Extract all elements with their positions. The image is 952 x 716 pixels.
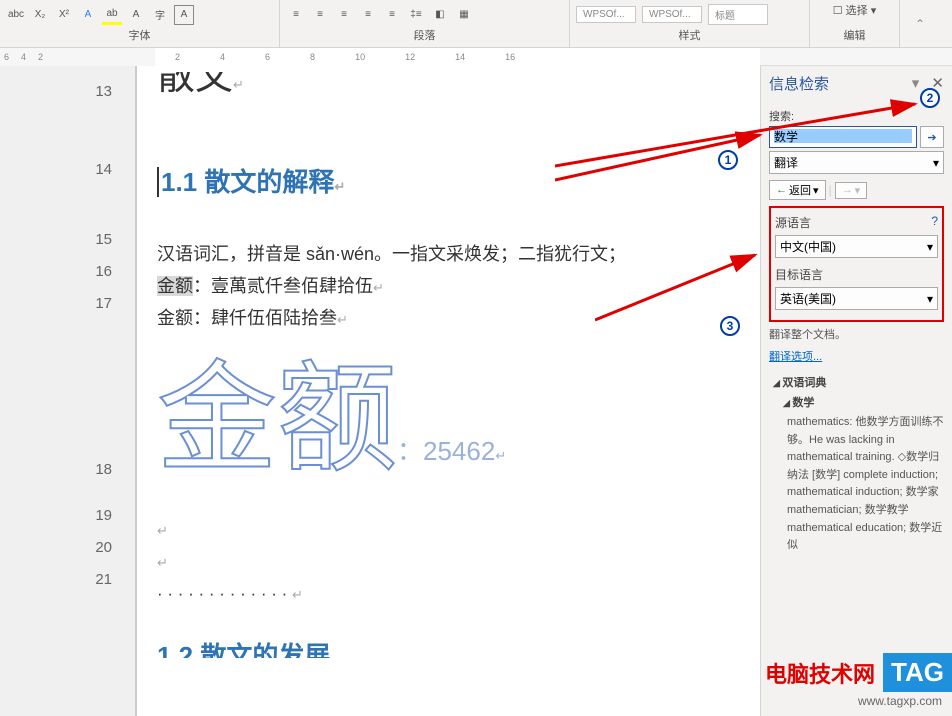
select-button[interactable]: ☐ 选择 ▾ xyxy=(833,2,877,18)
watermark-url: www.tagxp.com xyxy=(765,694,952,708)
pane-dropdown-icon[interactable]: ▾ xyxy=(912,75,920,92)
target-language-dropdown[interactable]: 英语(美国) ▾ xyxy=(775,287,938,310)
dict-term[interactable]: 数学 xyxy=(773,394,944,410)
styles-group-label: 样式 xyxy=(576,27,803,45)
align-right-icon[interactable]: ≡ xyxy=(334,5,354,25)
line-number: 21 xyxy=(0,564,112,596)
dict-header[interactable]: 双语词典 xyxy=(773,374,944,390)
distribute-icon[interactable]: ≡ xyxy=(382,5,402,25)
style-item-1[interactable]: WPSOf... xyxy=(576,6,636,23)
line-number: 20 xyxy=(0,532,112,564)
heading-fragment-line13: 散文↵ xyxy=(157,72,760,106)
line-number-gutter: 13 14 15 16 17 18 19 20 21 xyxy=(0,66,130,716)
line-number: 16 xyxy=(0,256,112,288)
service-dropdown[interactable]: 翻译 ▾ xyxy=(769,151,944,174)
font-color-icon[interactable]: A xyxy=(78,5,98,25)
back-arrow-icon: ← xyxy=(776,184,787,196)
chevron-down-icon: ▾ xyxy=(813,184,819,197)
line-number: 15 xyxy=(0,224,112,256)
annotation-marker-2: 2 xyxy=(920,88,940,108)
doc-line-19: ↵ xyxy=(157,514,760,546)
line-number: 17 xyxy=(0,288,112,330)
style-item-3[interactable]: 标题 xyxy=(708,4,768,25)
line-number: 14 xyxy=(0,154,112,224)
chevron-down-icon: ▾ xyxy=(855,184,861,197)
dict-result-text: mathematics: 他数学方面训练不够。He was lacking in… xyxy=(773,414,944,555)
style-item-2[interactable]: WPSOf... xyxy=(642,6,702,23)
chevron-down-icon: ▾ xyxy=(933,156,939,170)
chevron-down-icon: ▾ xyxy=(927,240,933,254)
search-input-wrapper xyxy=(769,126,917,148)
chevron-down-icon: ▾ xyxy=(927,292,933,306)
line-spacing-icon[interactable]: ‡≡ xyxy=(406,5,426,25)
edit-group-label: 编辑 xyxy=(816,27,893,45)
borders-icon[interactable]: ▦ xyxy=(454,5,474,25)
align-center-icon[interactable]: ≡ xyxy=(310,5,330,25)
subscript-icon[interactable]: X₂ xyxy=(30,5,50,25)
pane-title: 信息检索 xyxy=(769,73,829,94)
doc-line-15: 汉语词汇，拼音是 sǎn·wén。一指文采焕发；二指犹行文； xyxy=(157,238,760,270)
char-shading-icon[interactable]: A xyxy=(126,5,146,25)
watermark-text: 电脑技术网 xyxy=(765,657,875,689)
line-number: 13 xyxy=(0,76,112,100)
highlight-icon[interactable]: ab xyxy=(102,5,122,25)
ribbon-toolbar: abc X₂ X² A ab A 字 A 字体 ≡ ≡ ≡ ≡ ≡ ‡≡ ◧ ▦… xyxy=(0,0,952,48)
search-input[interactable] xyxy=(774,129,912,143)
heading-1-2-partial: 1.2 散文的发展 xyxy=(157,630,760,658)
doc-line-16: 金额：壹萬贰仟叁佰肆拾伍↵ xyxy=(157,270,760,302)
align-left-icon[interactable]: ≡ xyxy=(286,5,306,25)
line-number: 19 xyxy=(0,500,112,532)
doc-line-20: ↵ xyxy=(157,546,760,578)
doc-line-21: · · · · · · · · · · · · · ↵ xyxy=(157,578,760,610)
document-page[interactable]: 散文↵ 1.1 散文的解释↵ 汉语词汇，拼音是 sǎn·wén。一指文采焕发；二… xyxy=(135,66,760,716)
superscript-icon[interactable]: X² xyxy=(54,5,74,25)
annotation-marker-3: 3 xyxy=(720,316,740,336)
annotation-highlight-box: 源语言 ? 中文(中国) ▾ 目标语言 英语(美国) ▾ xyxy=(769,206,944,322)
forward-button[interactable]: → ▾ xyxy=(835,182,868,199)
justify-icon[interactable]: ≡ xyxy=(358,5,378,25)
help-icon[interactable]: ? xyxy=(931,214,938,231)
search-label: 搜索: xyxy=(769,108,944,124)
font-group-label: 字体 xyxy=(6,27,273,45)
translate-options-link[interactable]: 翻译选项... xyxy=(769,351,822,363)
search-button[interactable]: ➔ xyxy=(920,126,944,148)
strikethrough-icon[interactable]: abc xyxy=(6,5,26,25)
ruler: 6 4 2 2 4 6 8 10 12 14 16 xyxy=(0,48,952,66)
search-go-icon: ➔ xyxy=(927,131,936,144)
doc-line-18-bigtext: 金额：25462↵ xyxy=(157,334,760,514)
source-language-dropdown[interactable]: 中文(中国) ▾ xyxy=(775,235,938,258)
research-pane: 信息检索 ▾ ✕ 搜索: ➔ 翻译 ▾ ← 返回 ▾ | xyxy=(760,66,952,716)
watermark: 电脑技术网 TAG www.tagxp.com xyxy=(765,653,952,708)
annotation-marker-1: 1 xyxy=(718,150,738,170)
shading-icon[interactable]: ◧ xyxy=(430,5,450,25)
source-language-label: 源语言 xyxy=(775,214,811,231)
ribbon-collapse-icon[interactable]: ⌃ xyxy=(915,17,925,31)
forward-arrow-icon: → xyxy=(842,184,853,196)
char-border-icon[interactable]: A xyxy=(174,5,194,25)
watermark-tag: TAG xyxy=(883,653,952,692)
paragraph-group-label: 段落 xyxy=(286,27,563,45)
document-area: 13 14 15 16 17 18 19 20 21 散文↵ 1.1 散文的解释… xyxy=(0,66,760,716)
translate-doc-text: 翻译整个文档。 xyxy=(769,326,944,342)
enclose-char-icon[interactable]: 字 xyxy=(150,5,170,25)
target-language-label: 目标语言 xyxy=(775,266,823,283)
doc-line-17: 金额：肆仟伍佰陆拾叁↵ xyxy=(157,302,760,334)
selected-text[interactable]: 金额 xyxy=(157,276,193,296)
heading-1-1: 1.1 散文的解释↵ xyxy=(157,154,760,210)
line-number: 18 xyxy=(0,330,112,500)
back-button[interactable]: ← 返回 ▾ xyxy=(769,180,826,200)
